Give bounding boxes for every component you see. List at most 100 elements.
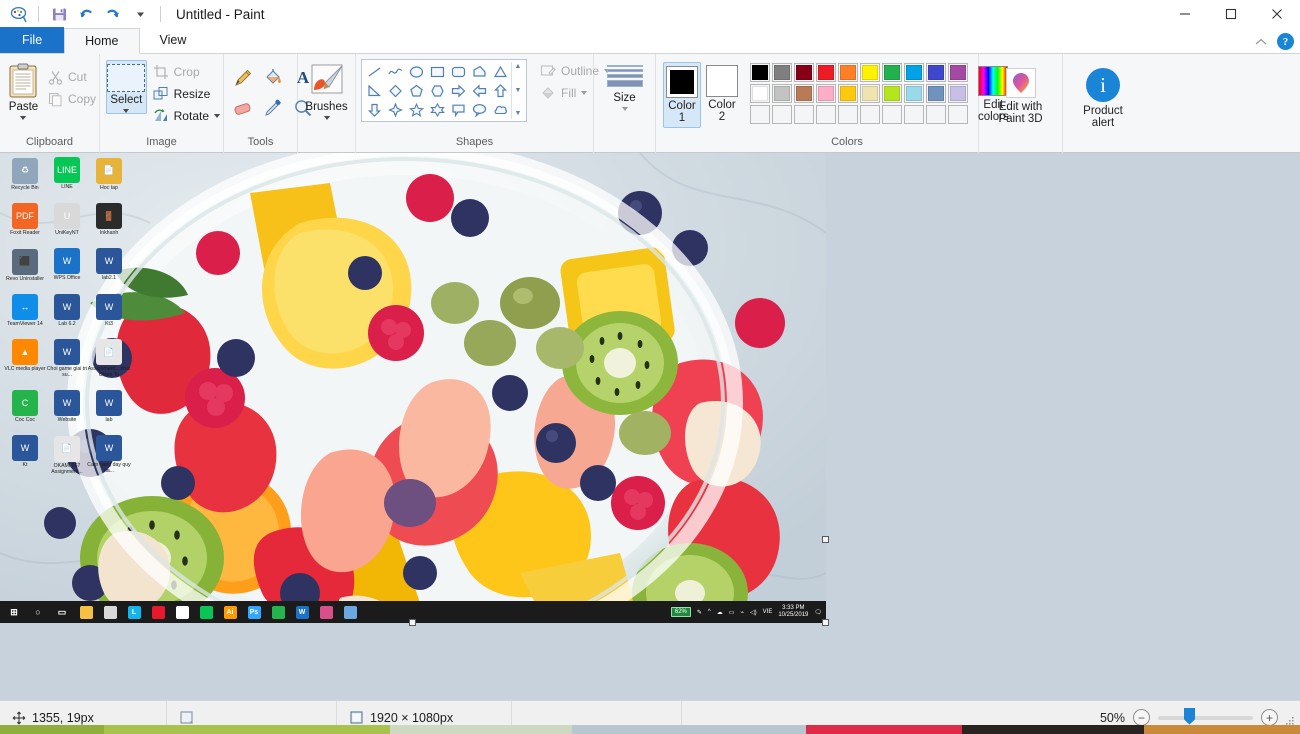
clock[interactable]: 3:33 PM 10/25/2019 xyxy=(778,605,808,619)
rotate-button[interactable]: Rotate xyxy=(150,105,223,127)
canvas-handle-bottom-right[interactable] xyxy=(822,619,829,626)
desktop-icon-okami-doc[interactable]: 📄OKAMI 967 Assignment... xyxy=(46,436,88,475)
show-hidden-icons[interactable]: ^ xyxy=(708,609,711,615)
desktop-icon-line-app[interactable]: LINELINE xyxy=(46,157,88,190)
shapes-scrollbar[interactable]: ▲ ▼ ▼ xyxy=(511,62,524,119)
shapes-gallery[interactable]: ▲ ▼ ▼ xyxy=(361,59,527,122)
battery-indicator[interactable]: 62% xyxy=(671,607,691,617)
palette-swatch-r1-c1[interactable] xyxy=(750,63,770,82)
palette-swatch-r2-c8[interactable] xyxy=(904,84,924,103)
product-alert-button[interactable]: i Product alert xyxy=(1068,64,1138,129)
shape-six-point-star-icon[interactable] xyxy=(427,100,448,119)
desktop-icon-lab21-doc[interactable]: Wlab2.1 xyxy=(88,248,130,281)
action-center-icon[interactable]: 🗨 xyxy=(814,609,822,616)
customize-qat-icon[interactable] xyxy=(130,4,150,24)
zoom-out-button[interactable]: − xyxy=(1133,709,1150,726)
close-button[interactable] xyxy=(1254,0,1300,28)
cut-button[interactable]: Cut xyxy=(45,66,99,88)
resize-button[interactable]: Resize xyxy=(150,83,223,105)
copy-button[interactable]: Copy xyxy=(45,88,99,110)
desktop-icon-vlc-media-player[interactable]: ▲VLC media player xyxy=(4,339,46,372)
crop-button[interactable]: Crop xyxy=(150,61,223,83)
zoom-slider-thumb[interactable] xyxy=(1184,708,1195,725)
desktop-icon-lab-doc[interactable]: Wlab xyxy=(88,390,130,423)
canvas-handle-bottom[interactable] xyxy=(409,619,416,626)
palette-swatch-r3-c4[interactable] xyxy=(816,105,836,124)
fill-with-color-icon[interactable] xyxy=(258,63,288,93)
shapes-scroll-down-icon[interactable]: ▼ xyxy=(515,87,522,95)
taskbar-items[interactable]: ⊞○▭L✉AiPsW xyxy=(0,601,362,623)
shape-left-arrow-icon[interactable] xyxy=(469,81,490,100)
palette-swatch-r2-c2[interactable] xyxy=(772,84,792,103)
paint-canvas[interactable]: ♻Recycle BinLINELINE📄Hoc tapPDFFoxit Rea… xyxy=(0,153,826,623)
color-picker-icon[interactable] xyxy=(258,93,288,123)
palette-swatch-r2-c1[interactable] xyxy=(750,84,770,103)
palette-swatch-r2-c4[interactable] xyxy=(816,84,836,103)
desktop-icon-assignment-doc[interactable]: 📄Assignment... khai Chien To xyxy=(88,339,130,378)
palette-swatch-r3-c9[interactable] xyxy=(926,105,946,124)
battery-tray-icon[interactable]: ▭ xyxy=(729,609,735,616)
shape-four-point-star-icon[interactable] xyxy=(385,100,406,119)
palette-swatch-r3-c1[interactable] xyxy=(750,105,770,124)
palette-swatch-r3-c3[interactable] xyxy=(794,105,814,124)
select-dropdown-caret[interactable] xyxy=(123,109,129,113)
work-area[interactable]: ♻Recycle BinLINELINE📄Hoc tapPDFFoxit Rea… xyxy=(0,153,1300,700)
photoshop-icon[interactable]: Ps xyxy=(242,601,266,623)
line-green-icon[interactable] xyxy=(194,601,218,623)
paint-icon[interactable] xyxy=(8,4,28,24)
desktop-icon-revo-uninstaller[interactable]: ⬛Revo Uninstaller xyxy=(4,249,46,282)
coccoc-taskbar-icon[interactable] xyxy=(266,601,290,623)
desktop-icon-cheat-game-doc[interactable]: WChoi game giai tri su... xyxy=(46,339,88,378)
onedrive-icon[interactable]: ☁ xyxy=(717,609,723,616)
shape-oval-icon[interactable] xyxy=(406,62,427,81)
tab-view[interactable]: View xyxy=(140,27,207,53)
paint-taskbar-icon[interactable] xyxy=(338,601,362,623)
palette-swatch-r1-c10[interactable] xyxy=(948,63,968,82)
shape-rectangle-icon[interactable] xyxy=(427,62,448,81)
shape-pentagon-icon[interactable] xyxy=(406,81,427,100)
antivirus-icon[interactable] xyxy=(146,601,170,623)
search-icon[interactable]: ○ xyxy=(26,601,50,623)
zoom-control[interactable]: 50% − + xyxy=(1091,709,1294,726)
pen-icon[interactable]: ✎ xyxy=(697,609,702,616)
palette-swatch-r3-c7[interactable] xyxy=(882,105,902,124)
shapes-expand-icon[interactable]: ▼ xyxy=(515,110,522,118)
shape-five-point-star-icon[interactable] xyxy=(406,100,427,119)
shapes-scroll-up-icon[interactable]: ▲ xyxy=(515,63,522,71)
color-2-button[interactable]: Color 2 xyxy=(704,62,740,126)
rotate-dropdown-caret[interactable] xyxy=(214,114,220,118)
palette-swatch-r1-c4[interactable] xyxy=(816,63,836,82)
shape-line-icon[interactable] xyxy=(364,62,385,81)
shape-up-arrow-icon[interactable] xyxy=(490,81,511,100)
palette-swatch-r3-c10[interactable] xyxy=(948,105,968,124)
color-1-button[interactable]: Color 1 xyxy=(663,62,701,128)
shape-rounded-rectangular-callout-icon[interactable] xyxy=(448,100,469,119)
desktop-icon-lab62-doc[interactable]: WLab 6.2 xyxy=(46,294,88,327)
desktop-icon-kt-doc[interactable]: WKt xyxy=(4,435,46,468)
redo-icon[interactable] xyxy=(103,4,123,24)
shape-hexagon-icon[interactable] xyxy=(427,81,448,100)
canvas-handle-right[interactable] xyxy=(822,536,829,543)
desktop-icon-website-doc[interactable]: WWebsite xyxy=(46,390,88,423)
help-button[interactable]: ? xyxy=(1277,33,1294,50)
edit-with-paint3d-button[interactable]: Edit with Paint 3D xyxy=(983,64,1059,125)
network-icon[interactable]: ⌁ xyxy=(740,609,744,616)
palette-swatch-r3-c2[interactable] xyxy=(772,105,792,124)
palette-swatch-r2-c6[interactable] xyxy=(860,84,880,103)
desktop-icon-inkhanh-folder[interactable]: 🚪Inkhanh xyxy=(88,203,130,236)
start-button[interactable]: ⊞ xyxy=(2,601,26,623)
paint3d-taskbar-icon[interactable] xyxy=(314,601,338,623)
shape-curve-icon[interactable] xyxy=(385,62,406,81)
microsoft-store-icon[interactable] xyxy=(98,601,122,623)
palette-swatch-r1-c6[interactable] xyxy=(860,63,880,82)
maximize-button[interactable] xyxy=(1208,0,1254,28)
palette-swatch-r1-c3[interactable] xyxy=(794,63,814,82)
desktop-icon-coc-coc[interactable]: CCoc Coc xyxy=(4,390,46,423)
fill-dropdown-caret[interactable] xyxy=(581,91,587,95)
paste-dropdown-caret[interactable] xyxy=(20,116,26,120)
desktop-icons[interactable]: ♻Recycle BinLINELINE📄Hoc tapPDFFoxit Rea… xyxy=(4,157,134,487)
brushes-button[interactable]: Brushes xyxy=(300,60,354,120)
collapse-ribbon-icon[interactable] xyxy=(1255,35,1267,49)
palette-swatch-r2-c7[interactable] xyxy=(882,84,902,103)
palette-swatch-r3-c6[interactable] xyxy=(860,105,880,124)
